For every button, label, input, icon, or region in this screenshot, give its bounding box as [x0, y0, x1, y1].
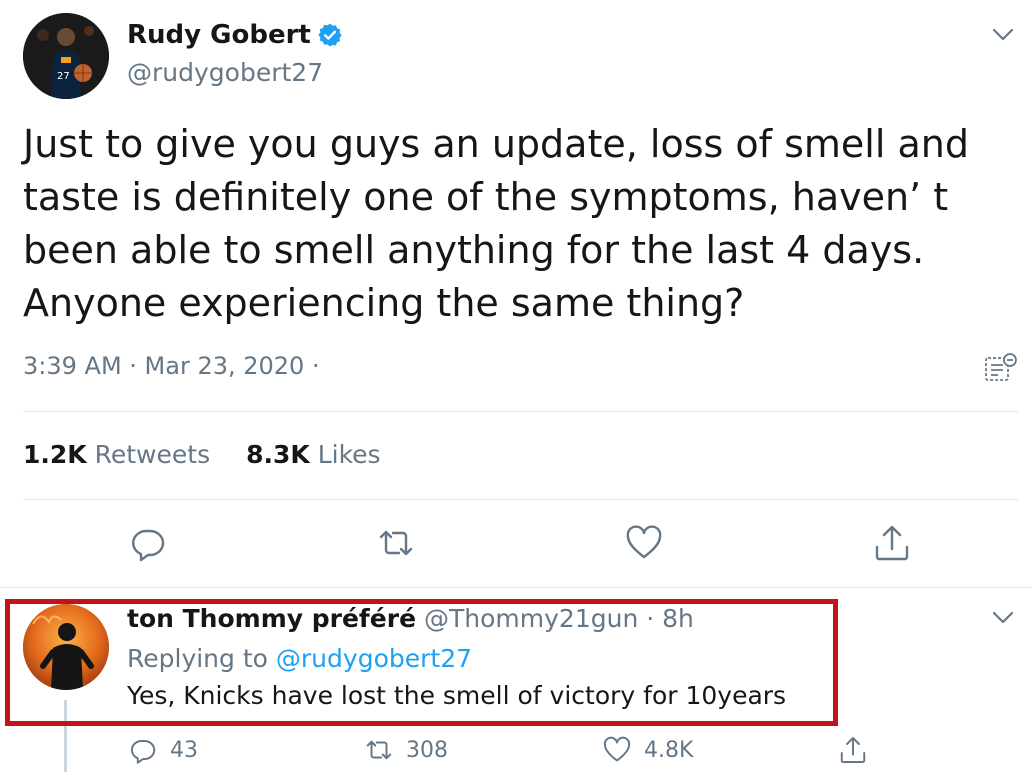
reply-like-count: 4.8K	[644, 737, 694, 763]
likes-label: Likes	[317, 440, 381, 469]
like-icon	[603, 736, 631, 762]
likes-count: 8.3K	[246, 440, 310, 469]
svg-text:27: 27	[57, 71, 70, 82]
retweet-button[interactable]	[376, 523, 416, 563]
tweet-stats: 1.2K Retweets 8.3K Likes	[23, 440, 381, 469]
highlight-annotation-box	[5, 599, 838, 726]
chevron-down-icon[interactable]	[992, 28, 1014, 42]
source-label-icon[interactable]	[984, 352, 1018, 384]
reply-retweet-button[interactable]: 308	[364, 735, 448, 765]
reply-reply-button[interactable]: 43	[128, 735, 198, 765]
tweet-detail-page: 27 Rudy Gobert @rudygobert27 Just to giv…	[0, 0, 1032, 772]
divider	[23, 499, 1018, 500]
retweets-label: Retweets	[94, 440, 211, 469]
reply-button[interactable]	[128, 523, 168, 563]
like-button[interactable]	[624, 523, 664, 563]
tweet-timestamp[interactable]: 3:39 AM · Mar 23, 2020 ·	[23, 352, 320, 380]
share-icon	[875, 525, 909, 561]
author-avatar[interactable]: 27	[23, 13, 109, 99]
retweets-count: 1.2K	[23, 440, 87, 469]
reply-share-button[interactable]	[838, 735, 868, 765]
reply-icon	[130, 740, 156, 764]
author-handle[interactable]: @rudygobert27	[127, 58, 323, 87]
reply-like-button[interactable]: 4.8K	[602, 735, 693, 765]
like-icon	[626, 525, 662, 559]
divider	[23, 411, 1018, 412]
share-button[interactable]	[872, 523, 912, 563]
retweets-stat[interactable]: 1.2K Retweets	[23, 440, 210, 469]
likes-stat[interactable]: 8.3K Likes	[246, 440, 381, 469]
retweet-icon	[379, 530, 413, 556]
reply-retweet-count: 308	[406, 737, 448, 763]
retweet-icon	[366, 740, 392, 760]
tweet-text: Just to give you guys an update, loss of…	[23, 122, 969, 325]
verified-badge-icon	[317, 22, 343, 48]
reply-icon	[132, 529, 165, 562]
author-name[interactable]: Rudy Gobert	[127, 20, 343, 50]
reply-chevron-down-icon[interactable]	[992, 611, 1014, 625]
reply-count: 43	[170, 737, 198, 763]
share-icon	[840, 737, 866, 763]
author-name-text[interactable]: Rudy Gobert	[127, 20, 311, 50]
